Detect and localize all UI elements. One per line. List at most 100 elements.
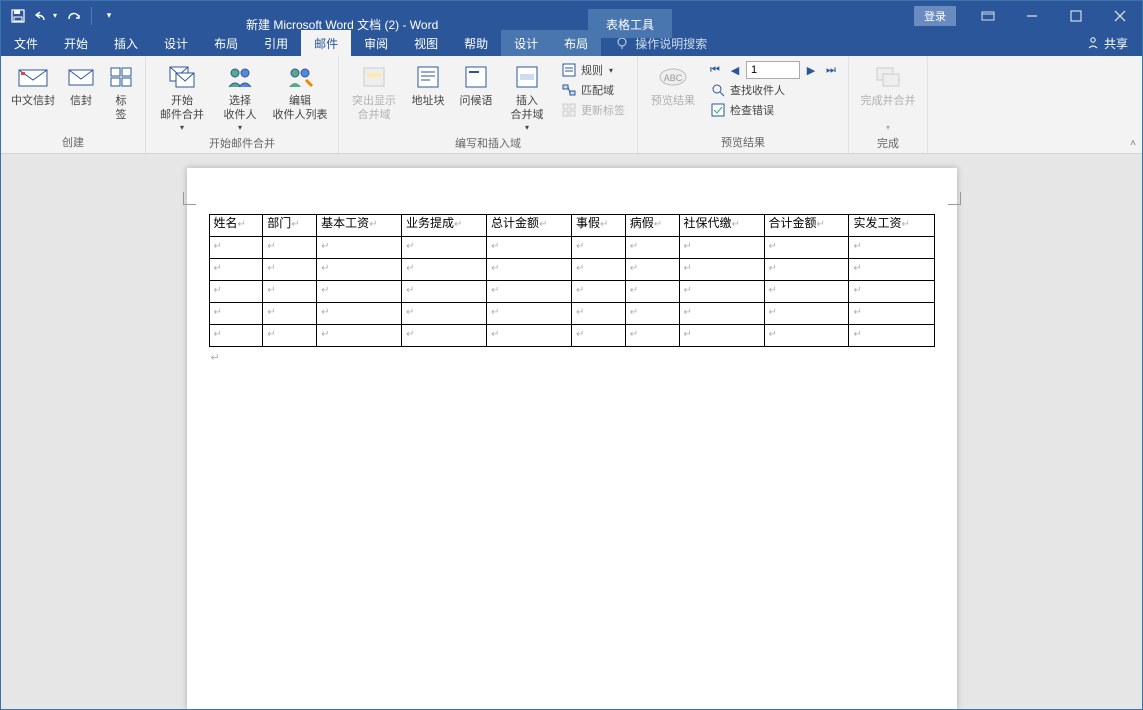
tab-layout[interactable]: 布局 xyxy=(201,30,251,56)
table-header-cell[interactable]: 基本工资↵ xyxy=(317,215,402,237)
table-row[interactable]: ↵↵↵↵↵↵↵↵↵↵ xyxy=(209,259,934,281)
table-header-cell[interactable]: 事假↵ xyxy=(571,215,625,237)
redo-button[interactable] xyxy=(63,5,85,27)
last-record-icon[interactable]: ⏭ xyxy=(822,61,840,79)
insert-merge-field-button[interactable]: 插入 合并域 ▾ xyxy=(503,59,551,133)
close-icon[interactable] xyxy=(1098,1,1142,30)
table-cell[interactable]: ↵ xyxy=(209,237,263,259)
next-record-icon[interactable]: ▶ xyxy=(802,61,820,79)
table-cell[interactable]: ↵ xyxy=(487,237,572,259)
table-cell[interactable]: ↵ xyxy=(625,303,679,325)
table-cell[interactable]: ↵ xyxy=(679,259,764,281)
save-button[interactable] xyxy=(7,5,29,27)
preview-results-button[interactable]: ABC 预览结果 xyxy=(646,59,700,123)
undo-button[interactable]: ▾ xyxy=(35,5,57,27)
table-header-cell[interactable]: 业务提成↵ xyxy=(402,215,487,237)
table-cell[interactable]: ↵ xyxy=(317,281,402,303)
labels-button[interactable]: 标 签 xyxy=(105,59,137,123)
match-fields-button[interactable]: 匹配域 xyxy=(557,81,629,99)
cn-envelope-button[interactable]: 中文信封 xyxy=(9,59,57,123)
table-cell[interactable]: ↵ xyxy=(263,281,317,303)
envelope-button[interactable]: 信封 xyxy=(63,59,99,123)
tab-home[interactable]: 开始 xyxy=(51,30,101,56)
table-cell[interactable]: ↵ xyxy=(764,303,849,325)
table-cell[interactable]: ↵ xyxy=(625,325,679,347)
maximize-icon[interactable] xyxy=(1054,1,1098,30)
table-header-cell[interactable]: 社保代缴↵ xyxy=(679,215,764,237)
minimize-icon[interactable] xyxy=(1010,1,1054,30)
table-cell[interactable]: ↵ xyxy=(679,325,764,347)
table-cell[interactable]: ↵ xyxy=(487,303,572,325)
table-header-row[interactable]: 姓名↵部门↵基本工资↵业务提成↵总计金额↵事假↵病假↵社保代缴↵合计金额↵实发工… xyxy=(209,215,934,237)
find-recipient-button[interactable]: 查找收件人 xyxy=(706,81,840,99)
tab-review[interactable]: 审阅 xyxy=(351,30,401,56)
table-cell[interactable]: ↵ xyxy=(209,259,263,281)
table-cell[interactable]: ↵ xyxy=(402,281,487,303)
greeting-line-button[interactable]: 问候语 xyxy=(455,59,497,123)
table-cell[interactable]: ↵ xyxy=(317,303,402,325)
table-cell[interactable]: ↵ xyxy=(263,325,317,347)
start-merge-button[interactable]: 开始 邮件合并 ▾ xyxy=(154,59,210,133)
tab-references[interactable]: 引用 xyxy=(251,30,301,56)
table-cell[interactable]: ↵ xyxy=(625,259,679,281)
table-cell[interactable]: ↵ xyxy=(317,237,402,259)
table-row[interactable]: ↵↵↵↵↵↵↵↵↵↵ xyxy=(209,237,934,259)
table-cell[interactable]: ↵ xyxy=(263,237,317,259)
table-cell[interactable]: ↵ xyxy=(849,281,934,303)
table-cell[interactable]: ↵ xyxy=(402,237,487,259)
table-cell[interactable]: ↵ xyxy=(209,281,263,303)
ribbon-display-icon[interactable] xyxy=(966,1,1010,30)
table-cell[interactable]: ↵ xyxy=(625,237,679,259)
address-block-button[interactable]: 地址块 xyxy=(407,59,449,123)
table-cell[interactable]: ↵ xyxy=(402,259,487,281)
table-cell[interactable]: ↵ xyxy=(487,281,572,303)
table-cell[interactable]: ↵ xyxy=(764,325,849,347)
tab-file[interactable]: 文件 xyxy=(1,30,51,56)
table-cell[interactable]: ↵ xyxy=(402,325,487,347)
record-number-input[interactable] xyxy=(746,61,800,79)
table-cell[interactable]: ↵ xyxy=(849,259,934,281)
table-cell[interactable]: ↵ xyxy=(625,281,679,303)
tab-table-design[interactable]: 设计 xyxy=(501,30,551,56)
table-row[interactable]: ↵↵↵↵↵↵↵↵↵↵ xyxy=(209,303,934,325)
table-header-cell[interactable]: 实发工资↵ xyxy=(849,215,934,237)
tab-insert[interactable]: 插入 xyxy=(101,30,151,56)
table-row[interactable]: ↵↵↵↵↵↵↵↵↵↵ xyxy=(209,325,934,347)
table-cell[interactable]: ↵ xyxy=(487,259,572,281)
prev-record-icon[interactable]: ◀ xyxy=(726,61,744,79)
document-area[interactable]: 姓名↵部门↵基本工资↵业务提成↵总计金额↵事假↵病假↵社保代缴↵合计金额↵实发工… xyxy=(1,154,1142,709)
first-record-icon[interactable]: ⏮ xyxy=(706,61,724,79)
tab-mailings[interactable]: 邮件 xyxy=(301,30,351,56)
table-cell[interactable]: ↵ xyxy=(764,237,849,259)
collapse-ribbon-icon[interactable]: ˄ xyxy=(1130,138,1136,149)
table-cell[interactable]: ↵ xyxy=(571,325,625,347)
login-button[interactable]: 登录 xyxy=(914,6,956,26)
select-recipients-button[interactable]: 选择 收件人 ▾ xyxy=(216,59,264,133)
finish-merge-button[interactable]: 完成并合并 ▾ xyxy=(857,59,919,133)
tab-view[interactable]: 视图 xyxy=(401,30,451,56)
table-cell[interactable]: ↵ xyxy=(571,303,625,325)
qat-customize[interactable]: ▾ xyxy=(98,5,120,27)
table-header-cell[interactable]: 合计金额↵ xyxy=(764,215,849,237)
table-cell[interactable]: ↵ xyxy=(402,303,487,325)
check-errors-button[interactable]: 检查错误 xyxy=(706,101,840,119)
table-cell[interactable]: ↵ xyxy=(317,325,402,347)
tab-design[interactable]: 设计 xyxy=(151,30,201,56)
table-cell[interactable]: ↵ xyxy=(764,281,849,303)
table-cell[interactable]: ↵ xyxy=(209,303,263,325)
table-cell[interactable]: ↵ xyxy=(209,325,263,347)
table-cell[interactable]: ↵ xyxy=(849,303,934,325)
table-cell[interactable]: ↵ xyxy=(849,237,934,259)
table-cell[interactable]: ↵ xyxy=(317,259,402,281)
salary-table[interactable]: 姓名↵部门↵基本工资↵业务提成↵总计金额↵事假↵病假↵社保代缴↵合计金额↵实发工… xyxy=(209,214,935,347)
table-cell[interactable]: ↵ xyxy=(679,237,764,259)
table-cell[interactable]: ↵ xyxy=(679,303,764,325)
table-header-cell[interactable]: 姓名↵ xyxy=(209,215,263,237)
tab-help[interactable]: 帮助 xyxy=(451,30,501,56)
table-cell[interactable]: ↵ xyxy=(263,303,317,325)
table-header-cell[interactable]: 总计金额↵ xyxy=(487,215,572,237)
table-cell[interactable]: ↵ xyxy=(764,259,849,281)
rules-button[interactable]: 规则▾ xyxy=(557,61,629,79)
table-header-cell[interactable]: 部门↵ xyxy=(263,215,317,237)
table-cell[interactable]: ↵ xyxy=(849,325,934,347)
